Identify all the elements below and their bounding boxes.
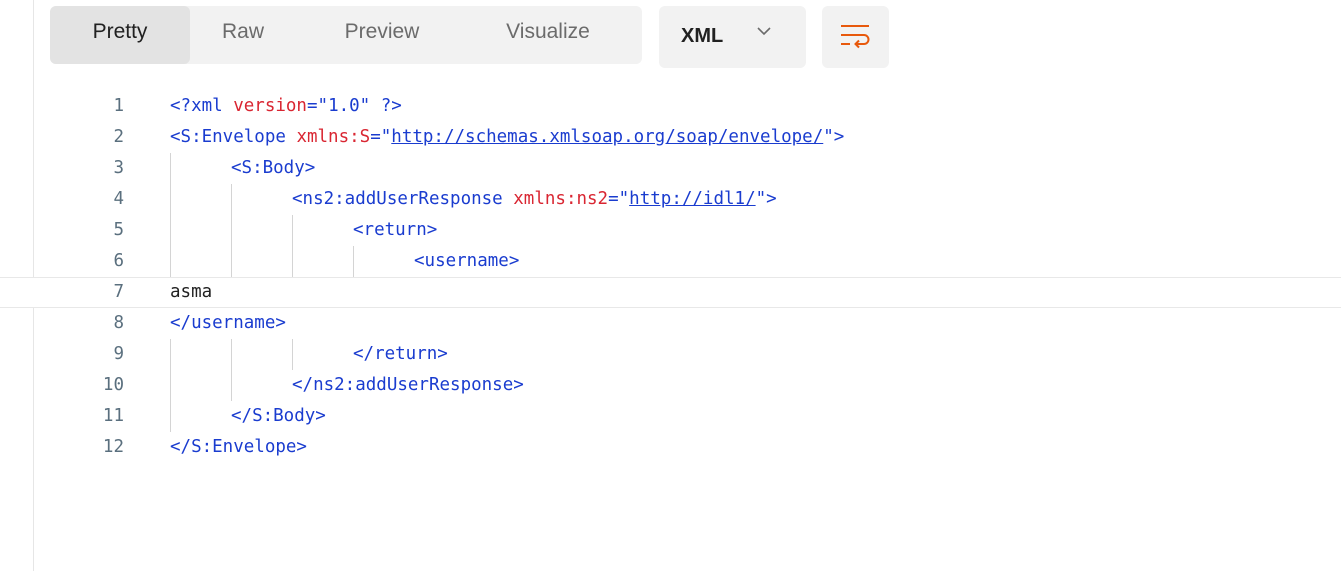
indent-guide <box>170 246 171 277</box>
indent-guide <box>292 246 293 277</box>
code-line-highlighted: 7 asma <box>0 277 1341 308</box>
indent-guide <box>170 184 171 215</box>
code-line: 12 </S:Envelope> <box>0 432 1341 463</box>
tag-open: <ns2:addUserResponse <box>292 189 514 209</box>
indent-guide <box>170 339 171 370</box>
line-content: <S:Envelope xmlns:S="http://schemas.xmls… <box>170 122 844 153</box>
line-number: 7 <box>113 282 124 302</box>
line-number: 2 <box>113 127 124 147</box>
tab-visualize[interactable]: Visualize <box>484 6 612 64</box>
line-number: 12 <box>102 437 124 457</box>
indent-guide <box>170 153 171 184</box>
tag: </username> <box>170 313 286 333</box>
attribute-equals: =" <box>608 189 630 209</box>
code-viewer: 1 <?xml version="1.0" ?> 2 <S:Envelope x… <box>0 91 1341 463</box>
tab-raw[interactable]: Raw <box>208 6 278 64</box>
indent-guide <box>170 215 171 246</box>
code-line: 3 <S:Body> <box>0 153 1341 184</box>
code-line: 9 </return> <box>0 339 1341 370</box>
text-node: asma <box>170 282 213 302</box>
tab-preview[interactable]: Preview <box>326 6 438 64</box>
attribute-name: version <box>233 96 307 116</box>
response-body-panel: Pretty Raw Preview Visualize XML 1 <?xml… <box>0 0 1341 571</box>
tag: <return> <box>353 220 438 240</box>
indent-guide <box>353 246 354 277</box>
attribute-name: xmlns:ns2 <box>513 189 609 209</box>
code-line: 6 <username> <box>0 246 1341 277</box>
code-line: 5 <return> <box>0 215 1341 246</box>
wrap-lines-button[interactable] <box>822 6 889 68</box>
line-content: <?xml version="1.0" ?> <box>170 91 402 122</box>
line-content: <return> <box>353 215 437 246</box>
code-line: 2 <S:Envelope xmlns:S="http://schemas.xm… <box>0 122 1341 153</box>
line-number: 6 <box>113 251 124 271</box>
tag: </S:Body> <box>231 406 326 426</box>
code-line: 11 </S:Body> <box>0 401 1341 432</box>
tag-open: <S:Envelope <box>170 127 297 147</box>
tag: <S:Body> <box>231 158 316 178</box>
attribute-name: xmlns:S <box>296 127 371 147</box>
line-number: 1 <box>113 96 124 116</box>
attribute-equals: =" <box>370 127 392 147</box>
language-label: XML <box>681 25 724 47</box>
tag: </return> <box>353 344 448 364</box>
indent-guide <box>231 339 232 370</box>
tag: </ns2:addUserResponse> <box>292 375 524 395</box>
code-line: 1 <?xml version="1.0" ?> <box>0 91 1341 122</box>
code-line: 10 </ns2:addUserResponse> <box>0 370 1341 401</box>
indent-guide <box>231 215 232 246</box>
indent-guide <box>170 401 171 432</box>
indent-guide <box>231 184 232 215</box>
line-content: <S:Body> <box>231 153 315 184</box>
attribute-equals: = <box>306 96 318 116</box>
line-content: </S:Envelope> <box>170 432 307 463</box>
line-content: </ns2:addUserResponse> <box>292 370 524 401</box>
tag: </S:Envelope> <box>170 437 307 457</box>
code-line: 8 </username> <box>0 308 1341 339</box>
line-number: 10 <box>102 375 124 395</box>
indent-guide <box>231 370 232 401</box>
line-content: <username> <box>414 246 519 277</box>
namespace-link[interactable]: http://schemas.xmlsoap.org/soap/envelope… <box>391 127 823 147</box>
line-content: </S:Body> <box>231 401 326 432</box>
indent-guide <box>292 339 293 370</box>
xml-declaration-open: <?xml <box>170 96 234 116</box>
line-number: 11 <box>102 406 124 426</box>
line-number: 8 <box>113 313 124 333</box>
view-mode-tabs: Pretty Raw Preview Visualize <box>50 6 642 64</box>
indent-guide <box>170 370 171 401</box>
indent-guide <box>231 246 232 277</box>
line-content: </username> <box>170 308 286 339</box>
chevron-down-icon <box>757 27 771 36</box>
tag: <username> <box>414 251 520 271</box>
line-content: </return> <box>353 339 448 370</box>
namespace-link[interactable]: http://idl1/ <box>629 189 755 209</box>
line-content: <ns2:addUserResponse xmlns:ns2="http://i… <box>292 184 777 215</box>
line-content: asma <box>170 278 212 307</box>
code-line: 4 <ns2:addUserResponse xmlns:ns2="http:/… <box>0 184 1341 215</box>
line-number: 4 <box>113 189 124 209</box>
language-select[interactable]: XML <box>659 6 806 68</box>
line-number: 3 <box>113 158 124 178</box>
tag-close: "> <box>823 127 845 147</box>
line-number: 9 <box>113 344 124 364</box>
indent-guide <box>292 215 293 246</box>
tag-close: "> <box>755 189 777 209</box>
tab-pretty[interactable]: Pretty <box>50 6 190 64</box>
wrap-lines-icon <box>841 25 870 49</box>
attribute-value: "1.0" <box>317 96 371 116</box>
xml-declaration-close: ?> <box>370 96 402 116</box>
line-number: 5 <box>113 220 124 240</box>
